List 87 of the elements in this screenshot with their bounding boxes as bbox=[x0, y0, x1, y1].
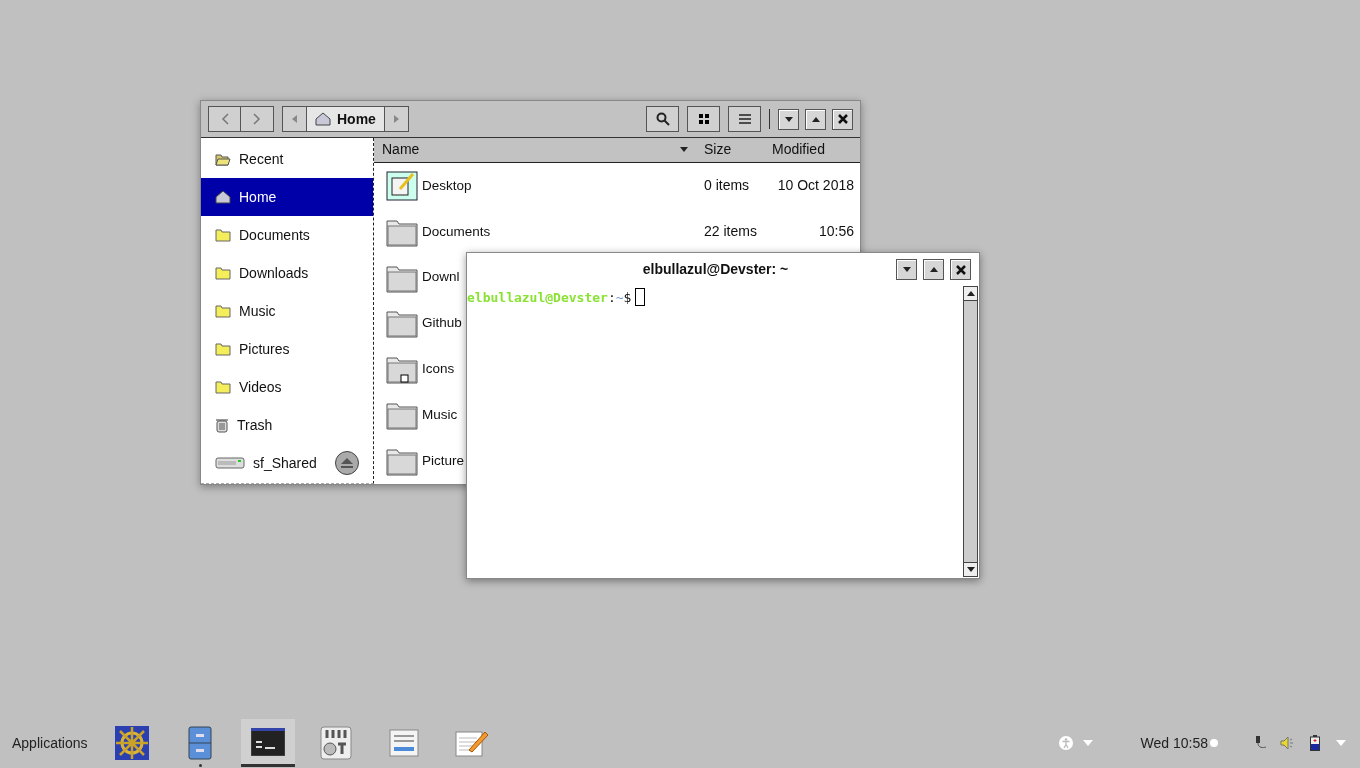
folder-icon bbox=[215, 228, 231, 242]
battery-icon[interactable] bbox=[1310, 735, 1320, 751]
down-triangle-icon bbox=[902, 267, 911, 272]
sidebar-item[interactable]: Trash bbox=[201, 406, 373, 444]
trash-icon bbox=[215, 417, 229, 433]
mixer-icon bbox=[319, 726, 352, 760]
file-size: 22 items bbox=[703, 222, 758, 242]
chevron-left-icon bbox=[220, 113, 229, 125]
file-modified: 10 Oct 2018 bbox=[776, 176, 855, 196]
home-icon bbox=[315, 112, 331, 126]
sidebar-item[interactable]: Recent bbox=[201, 140, 373, 178]
file-name[interactable]: Documents bbox=[422, 221, 491, 242]
clock[interactable]: Wed 10:58 bbox=[1140, 732, 1208, 754]
down-triangle-icon bbox=[966, 567, 975, 572]
file-size: 0 items bbox=[703, 176, 751, 196]
file-cabinet-icon bbox=[187, 726, 212, 760]
folder-icon bbox=[215, 304, 231, 318]
desktop-icon bbox=[386, 170, 418, 201]
minimize-button[interactable] bbox=[896, 259, 917, 280]
terminal-prompt: elbullazul@Devster:~$ bbox=[467, 289, 632, 307]
minimize-button[interactable] bbox=[778, 108, 799, 130]
chevron-right-icon bbox=[253, 113, 261, 125]
file-name[interactable]: Icons bbox=[422, 359, 455, 380]
sidebar-item[interactable]: Videos bbox=[201, 368, 373, 406]
sidebar-item[interactable]: Home bbox=[201, 178, 373, 216]
file-name[interactable]: Desktop bbox=[422, 175, 472, 196]
window-title: elbullazul@Devster: ~ bbox=[641, 260, 790, 279]
close-button[interactable] bbox=[832, 108, 853, 130]
sidebar-item[interactable]: Pictures bbox=[201, 330, 373, 368]
down-triangle-icon bbox=[784, 116, 793, 122]
path-left-button[interactable] bbox=[282, 106, 307, 132]
home-icon bbox=[215, 190, 231, 204]
notepad-pencil-icon bbox=[454, 728, 489, 758]
folder-icon bbox=[386, 400, 418, 431]
folder-icon bbox=[386, 446, 418, 476]
applications-menu[interactable]: Applications bbox=[12, 732, 88, 754]
scrollbar[interactable] bbox=[963, 286, 978, 577]
sidebar-item[interactable]: Downloads bbox=[201, 254, 373, 292]
scroll-up-icon[interactable] bbox=[964, 287, 977, 301]
network-plug-icon[interactable] bbox=[1254, 736, 1268, 750]
file-name[interactable]: Downl bbox=[422, 267, 460, 288]
forward-button[interactable] bbox=[241, 106, 274, 132]
scroll-down-icon[interactable] bbox=[964, 562, 977, 576]
sort-triangle-icon bbox=[680, 147, 688, 153]
text-cursor bbox=[635, 288, 646, 306]
taskbar-launcher[interactable] bbox=[240, 719, 295, 767]
drive-icon bbox=[215, 457, 245, 469]
path-right-button[interactable] bbox=[383, 106, 409, 132]
file-name[interactable]: Github bbox=[422, 313, 462, 334]
close-icon bbox=[837, 114, 848, 124]
column-header[interactable]: Size bbox=[694, 139, 764, 161]
eject-icon[interactable] bbox=[335, 451, 359, 475]
left-triangle-icon bbox=[292, 115, 297, 123]
close-icon bbox=[955, 264, 966, 275]
ship-wheel-icon bbox=[114, 726, 149, 760]
file-modified: 10:56 bbox=[817, 222, 855, 242]
file-name[interactable]: Picture bbox=[422, 450, 465, 472]
speaker-icon[interactable] bbox=[1280, 736, 1294, 750]
menu-icon bbox=[738, 114, 751, 124]
sidebar-item[interactable]: Music bbox=[201, 292, 373, 330]
sidebar-item[interactable]: Documents bbox=[201, 216, 373, 254]
folder-icon bbox=[215, 342, 231, 356]
up-triangle-icon bbox=[811, 116, 820, 122]
linked-folder-icon bbox=[386, 354, 418, 385]
grid-view-button[interactable] bbox=[687, 106, 720, 132]
form-window-icon bbox=[388, 729, 419, 757]
maximize-button[interactable] bbox=[923, 259, 944, 280]
path-home-button[interactable]: Home bbox=[307, 106, 384, 132]
folder-icon bbox=[215, 380, 231, 394]
up-triangle-icon bbox=[929, 267, 938, 272]
search-button[interactable] bbox=[646, 106, 679, 132]
sidebar-item[interactable]: sf_Shared bbox=[201, 444, 373, 482]
close-button[interactable] bbox=[950, 259, 971, 280]
search-icon bbox=[655, 112, 670, 126]
column-header[interactable]: Name bbox=[374, 139, 694, 161]
right-triangle-icon bbox=[393, 115, 399, 123]
back-button[interactable] bbox=[208, 106, 241, 132]
maximize-button[interactable] bbox=[805, 108, 826, 130]
open-folder-icon bbox=[215, 152, 231, 166]
terminal-icon bbox=[250, 727, 285, 756]
folder-icon bbox=[386, 308, 418, 339]
grid-icon bbox=[698, 114, 709, 124]
up-triangle-icon bbox=[966, 291, 975, 296]
column-header[interactable]: Modified bbox=[764, 139, 860, 161]
file-name[interactable]: Music bbox=[422, 405, 458, 426]
folder-icon bbox=[215, 266, 231, 280]
list-view-button[interactable] bbox=[728, 106, 761, 132]
